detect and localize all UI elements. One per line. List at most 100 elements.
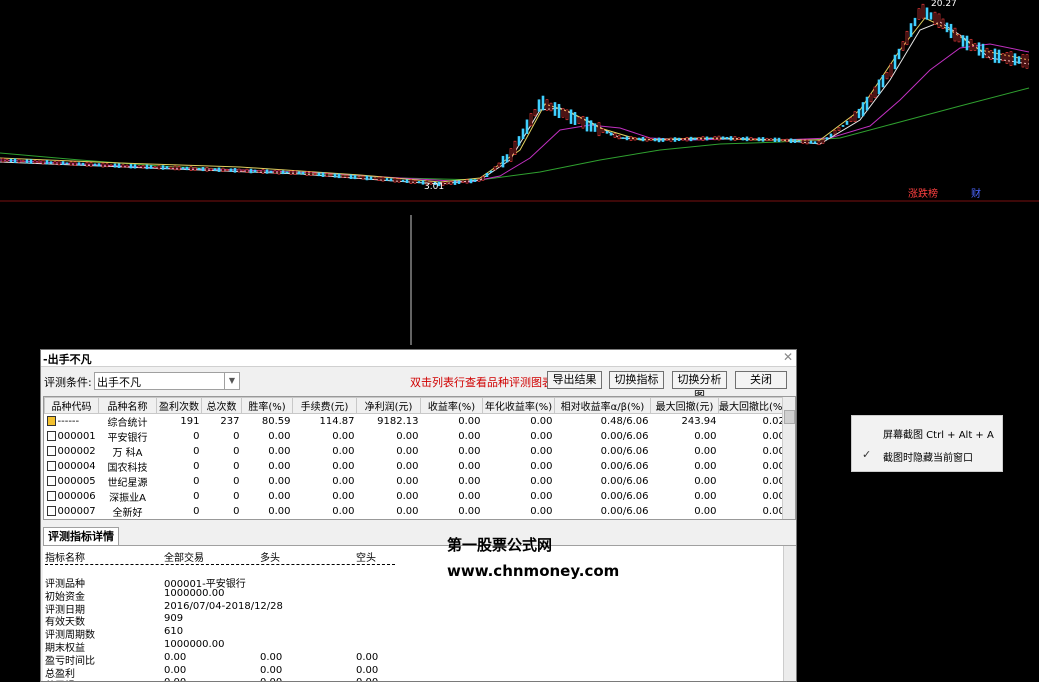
- tab-detail[interactable]: 评测指标详情: [43, 527, 119, 545]
- detail-value: 610: [164, 626, 184, 638]
- dialog-titlebar[interactable]: -出手不凡 ✕: [41, 350, 796, 367]
- candle: [381, 176, 385, 182]
- table-cell: 平安银行: [107, 433, 148, 444]
- menu-item-hide-window[interactable]: 截图时隐藏当前窗口: [883, 449, 973, 464]
- column-header[interactable]: 盈利次数: [156, 397, 202, 414]
- column-header[interactable]: 手续费(元): [292, 397, 357, 414]
- candle: [173, 165, 177, 171]
- candle: [1005, 52, 1009, 64]
- column-header[interactable]: 最大回撤(元): [650, 397, 719, 414]
- switch-indicator-button[interactable]: 切换指标: [609, 371, 664, 389]
- table-cell: 0: [233, 431, 240, 442]
- column-header[interactable]: 品种名称: [98, 397, 157, 414]
- table-cell: 0.00: [458, 416, 481, 427]
- column-header[interactable]: 净利润(元): [356, 397, 421, 414]
- candle: [553, 102, 557, 116]
- detail-value: 0.00: [260, 651, 283, 663]
- column-header[interactable]: 胜率(%): [241, 397, 293, 414]
- table-row[interactable]: 000004 国农科技 0 0 0.00 0.00 0.00 0.00 0.00 0.00/6.0…: [45, 459, 787, 474]
- table-cell: 0.00: [458, 476, 481, 487]
- candle: [349, 174, 353, 179]
- condition-select[interactable]: 出手不凡 ▼: [94, 372, 240, 390]
- candle: [509, 148, 513, 162]
- high-price-label: 20.27: [931, 0, 957, 9]
- column-header[interactable]: 年化收益率(%): [482, 397, 555, 414]
- candle: [609, 132, 613, 136]
- table-cell: 0.00: [396, 446, 419, 457]
- candle: [909, 23, 913, 37]
- chart-tag-finance[interactable]: 财: [971, 185, 981, 200]
- table-cell: 000001: [45, 429, 99, 444]
- table-row[interactable]: 000005 世纪星源 0 0 0.00 0.00 0.00 0.00 0.00 0.00/6.0…: [45, 474, 787, 489]
- close-button[interactable]: 关闭: [735, 371, 787, 389]
- column-header[interactable]: 总次数: [201, 397, 242, 414]
- candle: [365, 175, 369, 181]
- table-cell: 0.00: [332, 431, 355, 442]
- candle: [313, 173, 317, 176]
- close-icon[interactable]: ✕: [783, 350, 793, 364]
- table-cell: 0.00: [483, 519, 555, 520]
- candle: [581, 116, 585, 129]
- candle: [377, 176, 381, 181]
- candle: [929, 12, 933, 20]
- table-cell: 0.00: [396, 491, 419, 502]
- menu-item-screenshot[interactable]: 屏幕截图 Ctrl + Alt + A: [883, 426, 994, 441]
- chart-tag-limit[interactable]: 涨跌榜: [908, 185, 938, 200]
- candle: [1021, 54, 1025, 68]
- candle: [1013, 53, 1017, 66]
- candle: [265, 169, 269, 174]
- table-row[interactable]: 000006 深振业A 0 0 0.00 0.00 0.00 0.00 0.00 0.00/6.0…: [45, 489, 787, 504]
- candle: [201, 167, 205, 172]
- table-scrollbar[interactable]: [782, 397, 795, 519]
- detail-label: 总亏损: [45, 677, 75, 681]
- candle: [517, 136, 521, 146]
- table-cell: 0.00: [762, 431, 785, 442]
- candle: [465, 179, 469, 184]
- candle: [185, 166, 189, 171]
- table-cell: 237: [220, 416, 240, 427]
- export-button[interactable]: 导出结果: [547, 371, 602, 389]
- stock-chart[interactable]: 3.01 20.27: [0, 0, 1039, 345]
- table-cell: 114.87: [319, 416, 355, 427]
- column-header[interactable]: 最大回撤比(%): [717, 397, 788, 414]
- candle: [717, 135, 721, 141]
- column-header[interactable]: 品种代码: [44, 397, 99, 414]
- table-row[interactable]: ------ 综合统计 191 237 80.59 114.87 9182.13 0.00 0.…: [45, 414, 787, 429]
- candle: [129, 164, 133, 169]
- table-row[interactable]: 000001 平安银行 0 0 0.00 0.00 0.00 0.00 0.00 0.00/6.0…: [45, 429, 787, 444]
- candle: [221, 167, 225, 172]
- candle: [225, 168, 229, 172]
- table-cell: 0.00: [396, 506, 419, 517]
- table-cell: 0.02: [762, 416, 785, 427]
- candle: [721, 136, 725, 140]
- chevron-down-icon[interactable]: ▼: [224, 373, 239, 389]
- table-cell: 000004: [45, 459, 99, 474]
- switch-chart-button[interactable]: 切换分析图: [672, 371, 727, 402]
- table-cell: 0.00: [530, 431, 553, 442]
- detail-scrollbar[interactable]: [783, 546, 796, 681]
- candle: [89, 162, 93, 167]
- column-header[interactable]: 相对收益率α/β(%): [554, 397, 651, 414]
- table-row[interactable]: 000002 万 科A 0 0 0.00 0.00 0.00 0.00 0.00 0.00/6.0…: [45, 444, 787, 459]
- table-cell: 0.00: [458, 461, 481, 472]
- candle: [813, 141, 817, 144]
- candle: [845, 120, 849, 125]
- candle: [857, 108, 861, 119]
- table-cell: 0.00: [694, 476, 717, 487]
- table-cell: 0.00: [357, 519, 421, 520]
- candle: [713, 136, 717, 141]
- candle: [905, 30, 909, 46]
- scroll-thumb[interactable]: [784, 410, 795, 424]
- table-row[interactable]: 000008神州高铁000.000.000.000.000.000.00/6.0…: [45, 519, 787, 520]
- candle: [677, 137, 681, 142]
- stock-icon: [46, 476, 56, 486]
- candle: [525, 119, 529, 134]
- candle: [657, 137, 661, 143]
- table-cell: 000007: [45, 504, 99, 519]
- table-row[interactable]: 000007 全新好 0 0 0.00 0.00 0.00 0.00 0.00 0.00/6.06…: [45, 504, 787, 519]
- candle: [277, 169, 281, 175]
- candle: [289, 170, 293, 175]
- column-header[interactable]: 收益率(%): [420, 397, 483, 414]
- candle: [585, 116, 589, 132]
- candle: [329, 174, 333, 177]
